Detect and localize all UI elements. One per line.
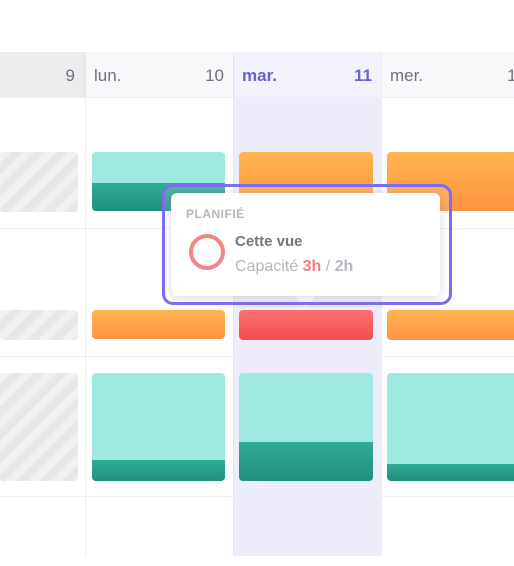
day-number: 10	[205, 66, 224, 85]
capacity-total: 2h	[334, 258, 354, 275]
day-header-lun[interactable]: lun. 10	[86, 52, 233, 98]
planned-block[interactable]	[387, 373, 514, 481]
tooltip-title: Cette vue	[235, 233, 303, 250]
unavailable-slot	[0, 373, 78, 481]
day-name: lun.	[94, 66, 122, 85]
day-column-9: 9	[0, 52, 85, 556]
planned-fill	[239, 442, 373, 481]
capacity-tooltip: PLANIFIÉ Cette vue Capacité 3h / 2h	[171, 193, 440, 296]
day-name: mar.	[242, 66, 277, 85]
day-header-mar[interactable]: mar. 11	[234, 52, 381, 98]
row-divider	[0, 496, 514, 497]
calendar-grid: 9 lun. 10 mar. 11 SURCAPACITÉ	[0, 52, 514, 556]
planned-fill	[92, 460, 225, 481]
capacity-used: 3h	[302, 258, 322, 275]
capacity-separator: /	[325, 258, 331, 275]
day-name: mer.	[390, 66, 424, 85]
capacity-block[interactable]	[92, 310, 225, 339]
planned-fill	[387, 464, 514, 481]
day-header-mer[interactable]: mer. 12	[382, 52, 514, 98]
day-number: 11	[354, 66, 372, 85]
tooltip-heading: PLANIFIÉ	[186, 207, 245, 221]
status-ring-icon	[189, 234, 225, 270]
unavailable-slot	[0, 152, 78, 212]
capacity-block[interactable]	[387, 310, 514, 340]
planned-block[interactable]	[239, 373, 373, 481]
planned-block[interactable]	[92, 373, 225, 481]
capacity-line: Capacité 3h / 2h	[235, 258, 353, 276]
day-number: 9	[65, 66, 75, 85]
row-divider	[0, 356, 514, 357]
day-number: 12	[507, 66, 514, 85]
overcapacity-block[interactable]	[239, 310, 373, 340]
capacity-label: Capacité	[235, 258, 299, 275]
day-header-9[interactable]: 9	[0, 52, 85, 98]
unavailable-slot	[0, 310, 78, 340]
day-column-mer: mer. 12	[381, 52, 514, 556]
day-column-lun: lun. 10	[85, 52, 233, 556]
